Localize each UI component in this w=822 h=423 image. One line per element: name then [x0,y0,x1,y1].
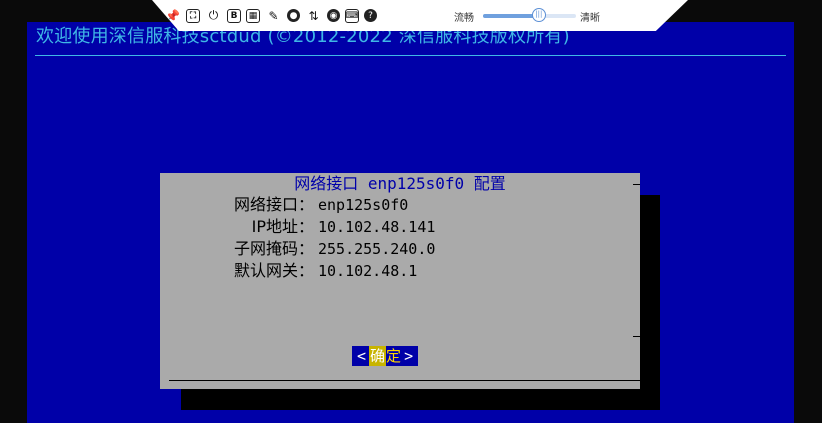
toolbar-icon-group: 📌 ⛶ ⏻ B ▦ ✎ ● ⇅ ◉ ⌨? [164,7,377,24]
quality-slider[interactable]: ||| [483,8,576,23]
row-label: 网络接口： [233,195,314,214]
clear-label: 清晰 [580,13,600,24]
row-value: 10.102.48.1 [318,262,418,280]
row-value: enp125s0f0 [318,196,409,214]
fullscreen-icon[interactable]: ⛶ [186,8,200,23]
slider-fill [483,14,539,18]
ok-hotkey-char: 确 [369,346,387,366]
row-interface: 网络接口： enp125s0f0 [160,195,408,215]
record-icon[interactable]: ● [287,9,300,22]
row-value: 255.255.240.0 [318,240,436,258]
button-right-bracket: > [404,347,414,365]
dialog-title: 网络接口 enp125s0f0 配置 [294,174,506,193]
row-label: IP地址： [251,217,314,236]
power-icon[interactable]: ⏻ [205,7,222,24]
smooth-label: 流畅 [454,13,474,24]
slider-handle[interactable]: ||| [531,8,546,22]
bold-b-icon[interactable]: B [227,8,241,23]
ok-button[interactable]: < 确定 > [352,346,419,366]
row-netmask: 子网掩码： 255.255.240.0 [160,239,435,259]
row-label: 默认网关： [233,261,314,280]
dialog-bottom-rule [169,380,640,381]
button-left-bracket: < [357,347,367,365]
row-value: 10.102.48.141 [318,218,436,236]
screenshot-icon[interactable]: ▦ [246,8,260,23]
scroll-mark-bottom [633,336,640,337]
video-icon[interactable]: ◉ [327,9,340,22]
remote-control-toolbar: 📌 ⛶ ⏻ B ▦ ✎ ● ⇅ ◉ ⌨? 流畅 ||| 清晰 [152,0,688,31]
row-ip-address: IP地址： 10.102.48.141 [160,217,436,237]
brush-icon[interactable]: ✎ [265,7,282,24]
network-config-dialog: 网络接口 enp125s0f0 配置 网络接口： enp125s0f0 IP地址：… [160,173,640,389]
help-icon[interactable]: ? [364,9,377,22]
row-gateway: 默认网关： 10.102.48.1 [160,261,417,281]
scroll-mark-top [633,184,640,185]
banner-divider [35,55,786,56]
row-label: 子网掩码： [233,239,314,258]
keyboard-icon[interactable]: ⌨ [345,8,359,23]
ok-label-rest: 定 [386,347,402,365]
file-transfer-icon[interactable]: ⇅ [305,7,322,24]
